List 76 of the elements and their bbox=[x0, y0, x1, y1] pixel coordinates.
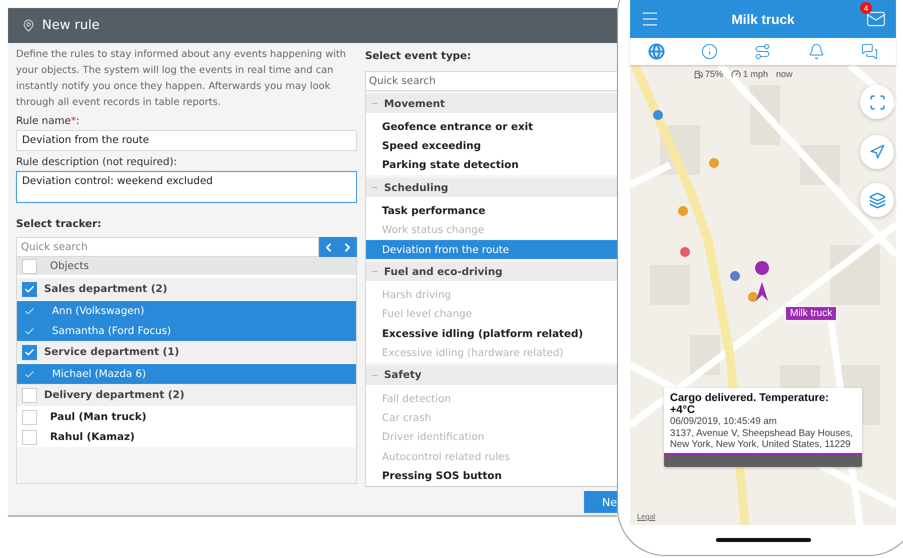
fuel-icon bbox=[694, 70, 703, 78]
group-row[interactable]: Sales department (2) bbox=[17, 278, 356, 301]
tracker-label: Michael (Mazda 6) bbox=[52, 368, 146, 380]
select-tracker-label: Select tracker: bbox=[16, 218, 102, 230]
dialog-title: New rule bbox=[42, 18, 100, 33]
chat-icon bbox=[860, 43, 878, 60]
checkbox[interactable] bbox=[22, 344, 37, 360]
tracker-row[interactable]: Rahul (Kamaz) bbox=[17, 427, 356, 447]
check-icon bbox=[24, 284, 35, 294]
tracker-label: Rahul (Kamaz) bbox=[50, 431, 135, 443]
bell-tab[interactable] bbox=[808, 43, 825, 60]
mail-icon[interactable] bbox=[866, 9, 886, 29]
tracker-search-field[interactable]: Quick search bbox=[16, 237, 319, 257]
frame-corners-icon bbox=[868, 94, 886, 110]
tracker-row[interactable]: Michael (Mazda 6) bbox=[17, 364, 356, 384]
rule-name-label: Rule name*: bbox=[16, 115, 81, 127]
next-button[interactable]: Ne bbox=[584, 491, 617, 513]
route-tab[interactable] bbox=[754, 43, 772, 60]
checkbox[interactable] bbox=[22, 430, 37, 444]
tracker-row[interactable]: Ann (Volkswagen) bbox=[17, 301, 356, 321]
check-icon bbox=[24, 306, 35, 316]
category-row[interactable]: Scheduling bbox=[366, 178, 617, 198]
rule-description-field[interactable]: Deviation control: weekend excluded bbox=[16, 171, 357, 203]
navigation-arrow-icon bbox=[869, 144, 885, 160]
tracker-label: Paul (Man truck) bbox=[50, 411, 146, 423]
card-time: 06/09/2019, 10:45:49 am bbox=[670, 416, 778, 428]
tracker-label: Samantha (Ford Focus) bbox=[52, 325, 172, 337]
objects-label: Objects bbox=[50, 260, 89, 272]
battery-reading: 75% bbox=[694, 69, 724, 79]
speed-reading: 1 mph bbox=[731, 69, 768, 79]
category-label: Scheduling bbox=[384, 182, 448, 194]
category-label: Fuel and eco-driving bbox=[384, 266, 503, 278]
rule-name-field[interactable]: Deviation from the route bbox=[16, 130, 357, 151]
unread-badge: 4 bbox=[860, 2, 872, 14]
tracker-row[interactable]: Paul (Man truck) bbox=[17, 407, 356, 427]
rule-description-label: Rule description (not required): bbox=[16, 156, 178, 168]
gauge-icon bbox=[731, 69, 742, 79]
bell-icon bbox=[808, 43, 825, 60]
marker-label: Milk truck bbox=[785, 306, 838, 321]
app-title: Milk truck bbox=[731, 12, 795, 26]
group-row[interactable]: Service department (1) bbox=[17, 341, 356, 364]
group-label: Sales department (2) bbox=[44, 283, 168, 295]
tracker-row[interactable]: Samantha (Ford Focus) bbox=[17, 321, 356, 341]
checkbox[interactable] bbox=[22, 388, 37, 402]
category-label: Safety bbox=[384, 369, 422, 382]
check-icon bbox=[24, 326, 35, 336]
info-tab[interactable] bbox=[701, 43, 718, 60]
group-label: Delivery department (2) bbox=[44, 389, 184, 401]
event-search-field[interactable]: Quick search bbox=[365, 71, 617, 91]
pin-icon bbox=[22, 19, 35, 32]
category-row[interactable]: Fuel and eco-driving bbox=[366, 262, 617, 282]
card-title: Cargo delivered. Temperature: +4°C bbox=[670, 392, 830, 416]
chat-tab[interactable] bbox=[860, 43, 878, 60]
next-page-button[interactable] bbox=[338, 237, 357, 257]
globe-tab[interactable] bbox=[648, 43, 666, 60]
group-row[interactable]: Delivery department (2) bbox=[17, 384, 356, 407]
check-icon bbox=[24, 346, 35, 358]
category-row[interactable]: Safety bbox=[366, 366, 617, 385]
description-text: Define the rules to stay informed about any events happening with your objects. The system will log the events in real time and can instantly notify you once they happen. Afterwards you may look through all event records in table reports. bbox=[16, 48, 347, 110]
check-icon bbox=[24, 368, 35, 380]
time-reading: now bbox=[776, 69, 793, 79]
checkbox[interactable] bbox=[22, 282, 37, 296]
globe-icon bbox=[648, 43, 666, 60]
route-icon bbox=[754, 43, 772, 60]
category-row[interactable]: Movement bbox=[366, 94, 617, 113]
category-label: Movement bbox=[384, 98, 445, 110]
select-event-label: Select event type: bbox=[365, 50, 472, 62]
event-item[interactable]: Deviation from the route bbox=[366, 240, 617, 260]
previous-button[interactable] bbox=[319, 237, 338, 257]
checkbox[interactable] bbox=[22, 258, 37, 274]
group-label: Service department (1) bbox=[44, 346, 180, 358]
card-address: 3137, Avenue V, Sheepshead Bay Houses, New York, New York, United States, 11229 bbox=[670, 428, 854, 450]
tracker-label: Ann (Volkswagen) bbox=[52, 305, 144, 317]
checkbox[interactable] bbox=[22, 410, 37, 424]
info-icon bbox=[701, 43, 718, 60]
layers-icon bbox=[868, 192, 886, 208]
